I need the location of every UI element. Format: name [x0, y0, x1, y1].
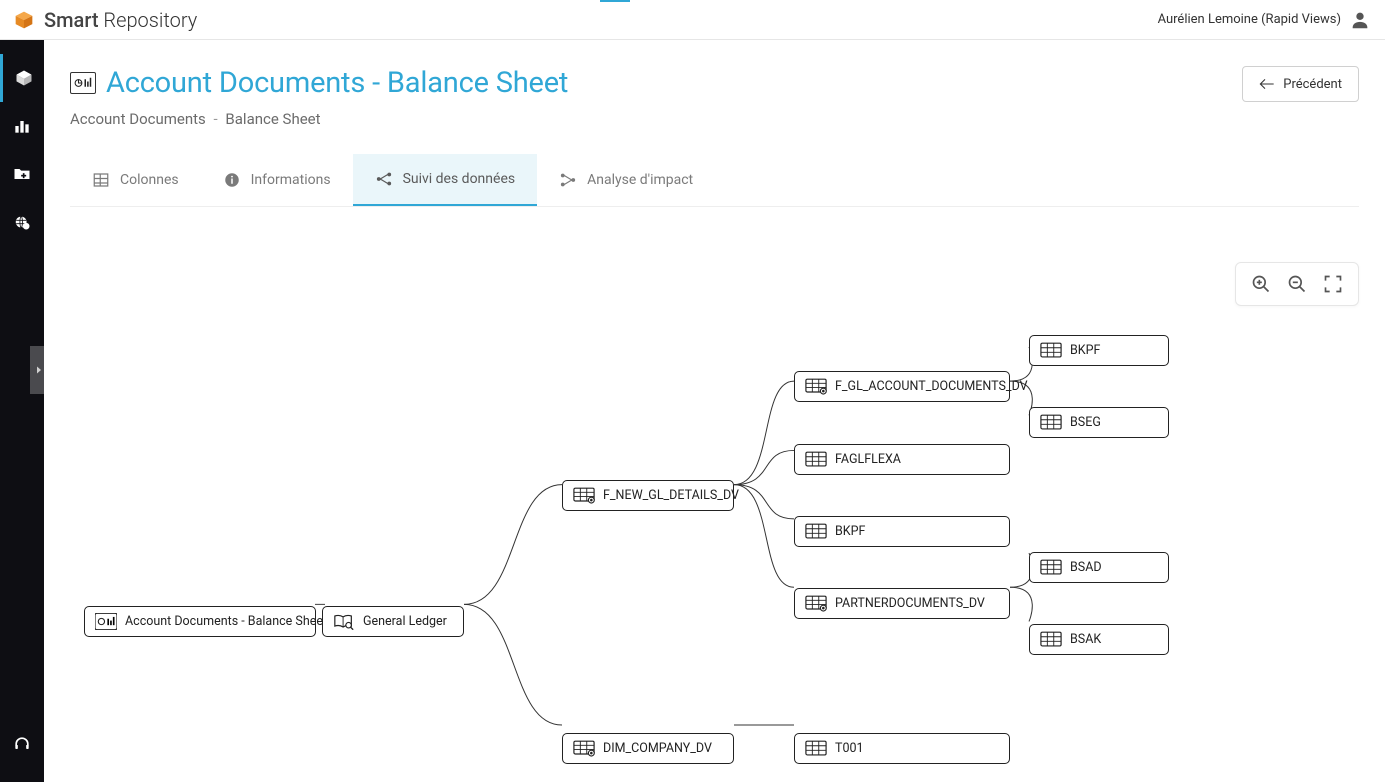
node-t001[interactable]: T001 — [794, 733, 1010, 764]
node-bkpf2[interactable]: BKPF — [794, 516, 1010, 547]
tab-lineage[interactable]: Suivi des données — [353, 154, 538, 206]
table-view-icon — [573, 740, 595, 757]
node-bsad[interactable]: BSAD — [1029, 552, 1169, 583]
sidebar-item-help[interactable] — [0, 720, 44, 768]
back-button[interactable]: Précédent — [1242, 66, 1359, 102]
globe-icon — [12, 212, 32, 232]
brand-name: Smart Repository — [44, 8, 197, 32]
sidebar-item-chart[interactable] — [0, 102, 44, 150]
node-root[interactable]: Account Documents - Balance Sheet — [84, 606, 316, 637]
node-company[interactable]: DIM_COMPANY_DV — [562, 733, 734, 764]
arrow-left-icon — [1259, 78, 1275, 90]
impact-icon — [559, 171, 577, 189]
table-icon — [805, 740, 827, 757]
lineage-diagram[interactable]: Account Documents - Balance Sheet Genera… — [44, 250, 1385, 782]
brand: Smart Repository — [14, 8, 197, 32]
left-rail — [0, 40, 44, 782]
table-view-icon — [805, 378, 827, 395]
user-name: Aurélien Lemoine (Rapid Views) — [1158, 12, 1341, 27]
table-icon — [1040, 631, 1062, 648]
sidebar-item-folder[interactable] — [0, 150, 44, 198]
headset-icon — [12, 734, 32, 754]
page-title: Account Documents - Balance Sheet — [106, 66, 568, 100]
book-search-icon — [333, 613, 355, 630]
node-bseg[interactable]: BSEG — [1029, 407, 1169, 438]
main-content: Account Documents - Balance Sheet Accoun… — [44, 40, 1385, 782]
info-icon — [223, 171, 241, 189]
tab-informations[interactable]: Informations — [201, 154, 353, 206]
breadcrumb-a[interactable]: Account Documents — [70, 110, 206, 128]
person-icon — [1349, 9, 1371, 31]
breadcrumb-b: Balance Sheet — [225, 110, 320, 128]
bar-chart-icon — [12, 116, 32, 136]
top-header: Smart Repository Aurélien Lemoine (Rapid… — [0, 0, 1385, 40]
table-icon — [1040, 342, 1062, 359]
report-small-icon — [95, 613, 117, 630]
lineage-icon — [375, 170, 393, 188]
table-icon — [805, 523, 827, 540]
tab-columns[interactable]: Colonnes — [70, 154, 201, 206]
cube-logo-icon — [14, 10, 34, 30]
report-icon — [70, 72, 96, 94]
folder-plus-icon — [12, 164, 32, 184]
cube-icon — [14, 68, 34, 88]
node-faglflexa[interactable]: FAGLFLEXA — [794, 444, 1010, 475]
node-ledger[interactable]: General Ledger — [322, 606, 464, 637]
node-bkpf1[interactable]: BKPF — [1029, 335, 1169, 366]
table-view-icon — [805, 595, 827, 612]
sidebar-item-globe[interactable] — [0, 198, 44, 246]
node-acc-docs[interactable]: F_GL_ACCOUNT_DOCUMENTS_DV — [794, 371, 1010, 402]
table-icon — [1040, 414, 1062, 431]
table-view-icon — [573, 487, 595, 504]
grid-icon — [92, 171, 110, 189]
node-bsak[interactable]: BSAK — [1029, 624, 1169, 655]
tab-bar: Colonnes Informations Suivi des données … — [70, 154, 1359, 207]
sidebar-item-cube[interactable] — [0, 54, 44, 102]
table-icon — [805, 451, 827, 468]
node-partner[interactable]: PARTNERDOCUMENTS_DV — [794, 588, 1010, 619]
tab-impact[interactable]: Analyse d'impact — [537, 154, 715, 206]
node-gl-details[interactable]: F_NEW_GL_DETAILS_DV — [562, 480, 734, 511]
breadcrumb: Account Documents - Balance Sheet — [70, 110, 568, 128]
user-area[interactable]: Aurélien Lemoine (Rapid Views) — [1158, 9, 1371, 31]
table-icon — [1040, 559, 1062, 576]
